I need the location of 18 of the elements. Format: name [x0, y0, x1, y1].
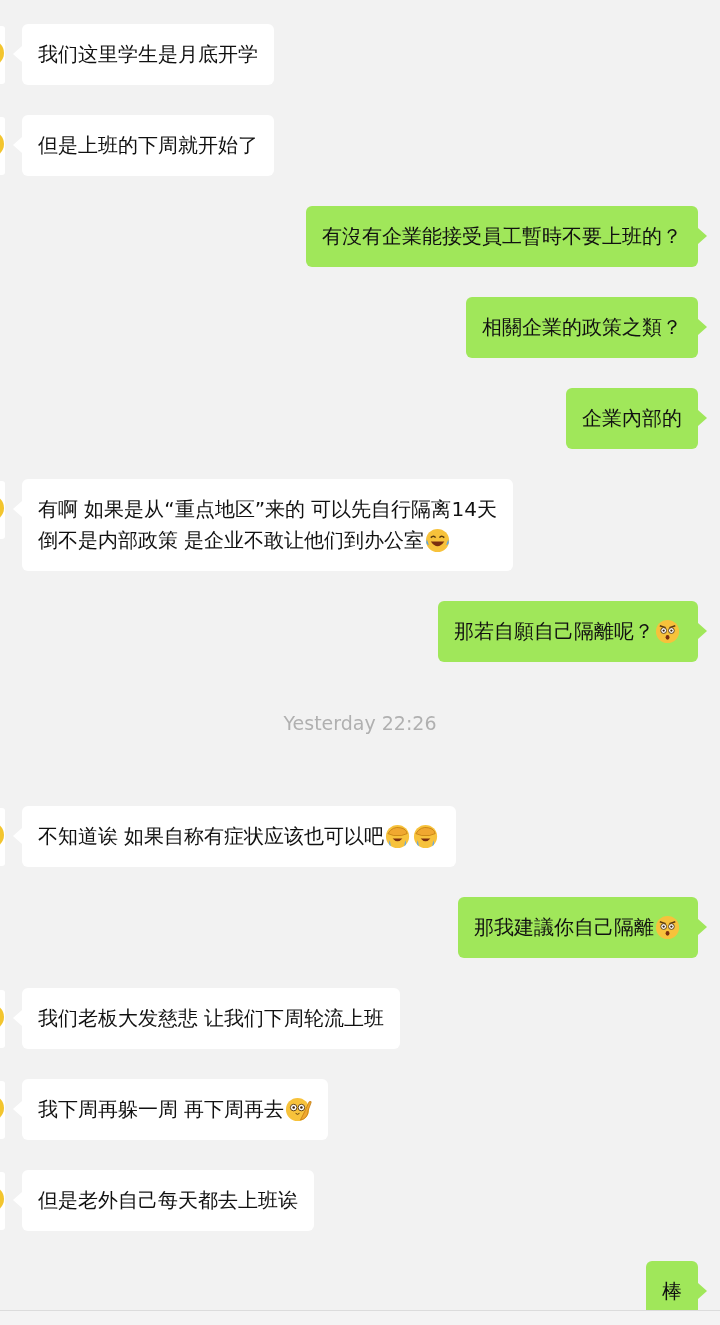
message-text: 但是老外自己每天都去上班诶: [38, 1187, 298, 1214]
message-text: 我下周再躲一周 再下周再去: [38, 1096, 285, 1123]
emoji-icon: [655, 618, 682, 645]
message-text: 倒不是内部政策 是企业不敢让他们到办公室: [38, 527, 425, 554]
message-text: 相關企業的政策之類？: [482, 314, 682, 341]
emoji-icon: [285, 1096, 313, 1123]
emoji-icon: [655, 914, 682, 941]
message-text: 那我建議你自己隔離: [474, 914, 654, 941]
message-text: 不知道诶 如果自称有症状应该也可以吧: [38, 823, 385, 850]
message-text: 有啊 如果是从“重点地区”来的 可以先自行隔离14天: [38, 496, 497, 523]
message-text: 有沒有企業能接受員工暫時不要上班的？: [322, 223, 682, 250]
message-text: 我们老板大发慈悲 让我们下周轮流上班: [38, 1005, 385, 1032]
message-text: 那若自願自己隔離呢？: [454, 618, 654, 645]
timestamp: Yesterday 22:26: [283, 712, 437, 734]
message-text: 棒: [662, 1278, 682, 1305]
message-text: 但是上班的下周就开始了: [38, 132, 258, 159]
message-text: 企業內部的: [582, 405, 682, 432]
message-text: 我们这里学生是月底开学: [38, 41, 258, 68]
